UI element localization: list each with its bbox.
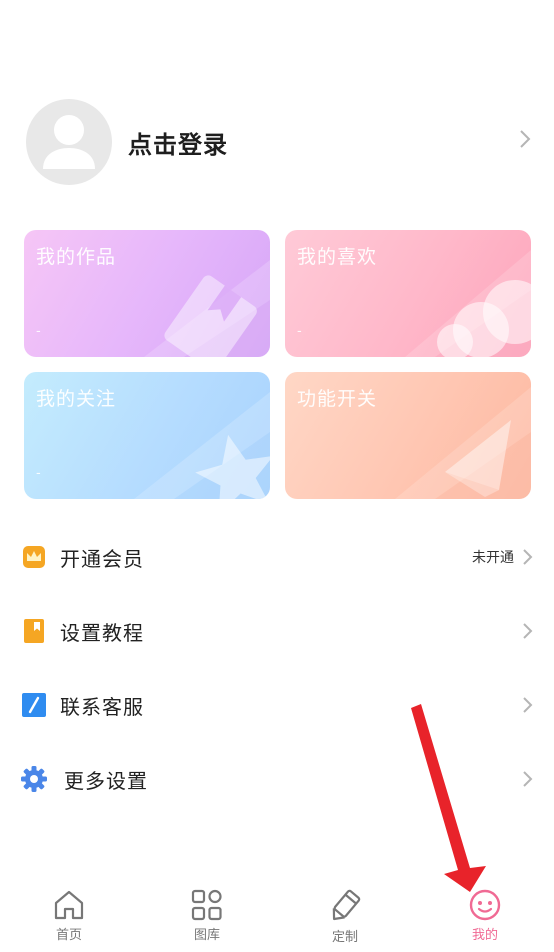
home-icon xyxy=(54,890,84,920)
chevron-right-icon xyxy=(520,130,531,148)
tab-label: 首页 xyxy=(55,928,82,943)
menu-item-membership[interactable]: 开通会员 未开通 xyxy=(22,535,534,579)
card-my-follows[interactable]: 我的关注 - xyxy=(24,372,270,499)
user-placeholder-icon xyxy=(43,115,95,169)
menu-label: 开通会员 xyxy=(60,546,144,571)
smiley-icon xyxy=(469,889,501,921)
tab-gallery[interactable]: 图库 xyxy=(162,888,252,948)
bottom-tab-bar: 首页 图库 定制 我的 xyxy=(0,880,554,952)
card-my-likes[interactable]: 我的喜欢 - xyxy=(285,230,531,357)
book-icon xyxy=(22,619,46,643)
gallery-icon xyxy=(191,889,222,921)
tab-label: 我的 xyxy=(471,928,498,943)
gear-icon xyxy=(21,766,47,792)
menu-label: 设置教程 xyxy=(60,620,144,645)
membership-status: 未开通 xyxy=(472,550,514,566)
chevron-right-icon xyxy=(523,771,533,787)
slash-icon xyxy=(22,693,46,717)
tab-label: 图库 xyxy=(193,928,220,943)
menu-item-more-settings[interactable]: 更多设置 xyxy=(21,757,534,801)
crown-icon xyxy=(22,545,46,569)
card-title: 我的作品 xyxy=(36,246,117,268)
card-count: - xyxy=(297,324,302,339)
menu-label: 更多设置 xyxy=(64,768,148,793)
menu-item-customer-service[interactable]: 联系客服 xyxy=(22,683,534,727)
menu-label: 联系客服 xyxy=(60,694,144,719)
chevron-right-icon xyxy=(523,623,533,639)
tab-label: 定制 xyxy=(331,930,358,945)
login-row[interactable]: 点击登录 xyxy=(26,98,536,186)
avatar[interactable] xyxy=(26,99,112,185)
pen-icon xyxy=(332,889,361,921)
card-title: 功能开关 xyxy=(297,388,378,410)
chevron-right-icon xyxy=(523,549,533,565)
card-my-works[interactable]: 我的作品 - xyxy=(24,230,270,357)
card-title: 我的关注 xyxy=(36,388,117,410)
menu-item-tutorial[interactable]: 设置教程 xyxy=(22,609,534,653)
card-count: - xyxy=(36,466,41,481)
card-feature-switch[interactable]: 功能开关 xyxy=(285,372,531,499)
login-label[interactable]: 点击登录 xyxy=(128,125,228,160)
card-count: - xyxy=(36,324,41,339)
tab-customize[interactable]: 定制 xyxy=(300,888,390,948)
chevron-right-icon xyxy=(523,697,533,713)
tab-mine[interactable]: 我的 xyxy=(440,888,530,948)
tab-home[interactable]: 首页 xyxy=(24,888,114,948)
card-title: 我的喜欢 xyxy=(297,246,378,268)
